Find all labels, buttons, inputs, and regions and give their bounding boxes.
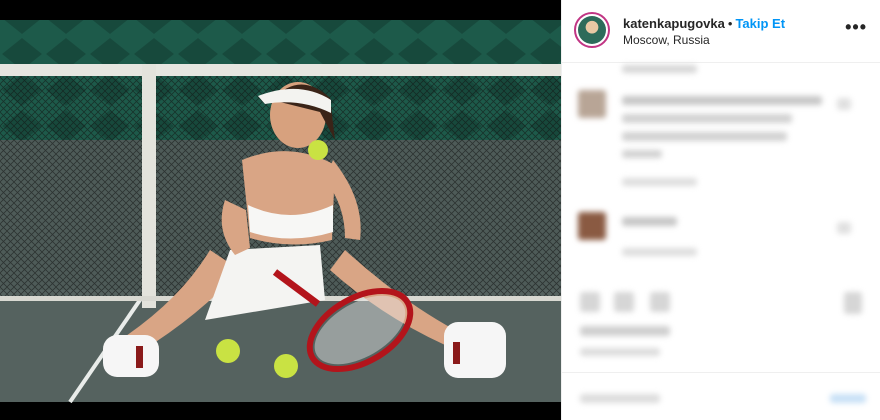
username-line: katenkapugovka • Takip Et — [623, 16, 785, 31]
comment-text-5 — [622, 217, 677, 226]
comment-icon[interactable] — [614, 292, 634, 312]
tennis-photo-illustration — [0, 0, 561, 420]
post-sidebar: katenkapugovka • Takip Et Moscow, Russia •… — [561, 0, 880, 420]
comment-text-2 — [622, 114, 792, 123]
post-header: katenkapugovka • Takip Et Moscow, Russia •… — [562, 0, 880, 63]
add-comment-input[interactable] — [580, 394, 660, 403]
comment-avatar-2 — [578, 212, 606, 240]
username-link[interactable]: katenkapugovka — [623, 16, 725, 31]
comment-text-4 — [622, 150, 662, 158]
heart-icon[interactable] — [837, 98, 851, 110]
comment-avatar-1 — [578, 90, 606, 118]
comment-text-1 — [622, 96, 822, 105]
post-date — [580, 348, 660, 356]
likes-count — [580, 326, 670, 336]
location-link[interactable]: Moscow, Russia — [623, 33, 710, 47]
heart-icon[interactable] — [837, 222, 851, 234]
post-photo[interactable] — [0, 0, 561, 420]
comment-placeholder-1 — [622, 65, 697, 73]
comment-time-1 — [622, 178, 697, 186]
comment-text-3 — [622, 132, 787, 141]
share-icon[interactable] — [650, 292, 670, 312]
more-horizontal-icon[interactable]: ••• — [845, 18, 867, 36]
post-comment-button[interactable] — [830, 394, 866, 403]
bookmark-icon[interactable] — [844, 292, 862, 314]
comment-time-2 — [622, 248, 697, 256]
divider — [562, 372, 880, 373]
separator-dot: • — [727, 16, 733, 31]
avatar[interactable] — [574, 12, 610, 48]
follow-button[interactable]: Takip Et — [735, 16, 785, 31]
like-icon[interactable] — [580, 292, 600, 312]
